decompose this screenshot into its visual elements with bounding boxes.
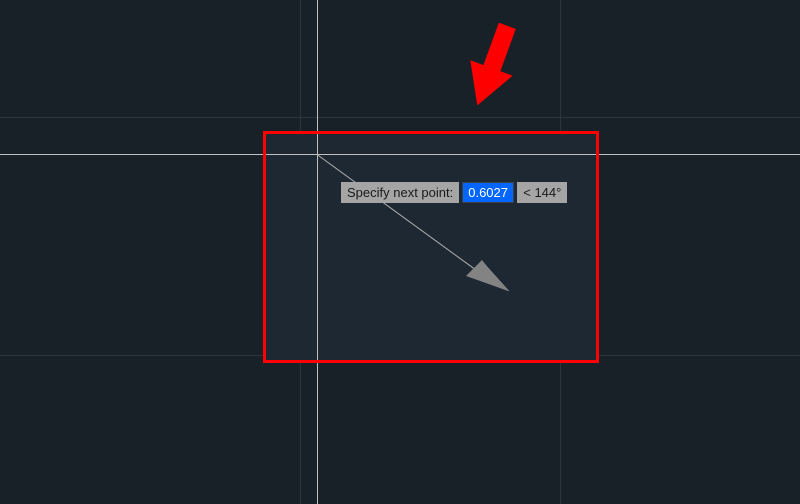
prompt-label-text: Specify next point: — [341, 182, 459, 203]
distance-input[interactable] — [462, 182, 514, 203]
annotation-callout-box — [263, 131, 599, 363]
red-annotation-arrow-icon — [450, 18, 535, 118]
angle-display: < 144° — [517, 182, 567, 203]
dynamic-input-prompt: Specify next point: < 144° — [341, 182, 567, 203]
grid-line-horizontal — [0, 117, 800, 118]
